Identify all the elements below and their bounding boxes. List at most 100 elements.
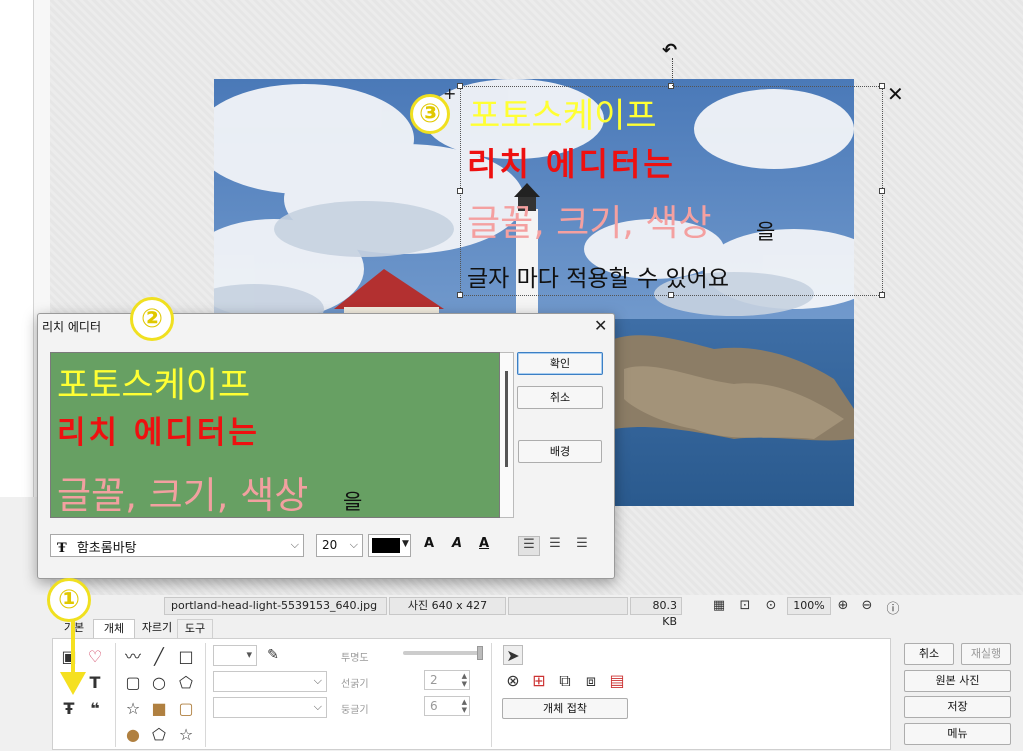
- color-select[interactable]: ▾: [213, 645, 257, 666]
- object-tool-panel: ▣ ♡ T Ŧ ❝ 〰 ╱ □ ▢ ○ ⬠ ☆ ■ ▢ ● ⬠ ☆ ▾ ✎ ⌵ …: [52, 638, 891, 750]
- filled-rect-icon[interactable]: ■: [149, 699, 169, 719]
- editor-line2: 리치 에디터는: [57, 415, 260, 451]
- line-style-select[interactable]: ⌵: [213, 671, 327, 692]
- round-value: 6: [430, 699, 438, 713]
- duplicate-object-icon[interactable]: ⊞: [529, 671, 549, 691]
- opacity-label: 투명도: [341, 653, 369, 664]
- align-left-icon[interactable]: ☰: [518, 536, 540, 556]
- step-badge-3: ③: [410, 94, 450, 134]
- filled-star-icon[interactable]: ☆: [176, 725, 196, 745]
- resize-handle[interactable]: [668, 83, 674, 89]
- dropdown-arrow-icon: ▼: [402, 539, 409, 549]
- rectangle-icon[interactable]: □: [176, 647, 196, 667]
- bold-button[interactable]: A: [424, 536, 434, 551]
- text-tool-icon[interactable]: T: [85, 673, 105, 693]
- sticker-icon[interactable]: ♡: [85, 647, 105, 667]
- opacity-slider[interactable]: [403, 651, 481, 655]
- filled-rounded-rect-icon[interactable]: ▢: [176, 699, 196, 719]
- merge-objects-button[interactable]: 개체 접착: [502, 698, 628, 719]
- resize-handle[interactable]: [457, 292, 463, 298]
- divider: [115, 643, 116, 747]
- dropdown-arrow-icon: ▾: [246, 648, 252, 661]
- bring-front-icon[interactable]: ⧉: [555, 671, 575, 691]
- underline-button[interactable]: A: [479, 536, 489, 551]
- speech-bubble-icon[interactable]: ❝: [85, 699, 105, 719]
- font-size-select[interactable]: 20 ⌵: [316, 534, 363, 557]
- resize-handle[interactable]: [879, 83, 885, 89]
- ok-button[interactable]: 확인: [517, 352, 603, 375]
- rotate-icon[interactable]: ↶: [662, 40, 677, 61]
- transparency-grid-icon[interactable]: ▦: [710, 598, 728, 615]
- tab-object[interactable]: 개체: [93, 619, 135, 639]
- actual-size-icon[interactable]: ⊙: [762, 598, 780, 615]
- editor-line3: 글꼴, 크기, 색상: [57, 474, 309, 517]
- chevron-down-icon: ⌵: [313, 700, 322, 713]
- info-icon[interactable]: ⓘ: [884, 598, 902, 617]
- rounded-rect-icon[interactable]: ▢: [123, 673, 143, 693]
- pentagon-icon[interactable]: ⬠: [176, 673, 196, 693]
- align-center-icon[interactable]: ☰: [544, 536, 566, 556]
- line-width-stepper[interactable]: 2 ▲ ▼: [424, 670, 470, 690]
- text-color-picker[interactable]: ▼: [368, 534, 411, 557]
- font-select[interactable]: Ŧ 함초롬바탕 ⌵: [50, 534, 304, 557]
- save-button[interactable]: 저장: [904, 696, 1011, 718]
- menu-button[interactable]: 메뉴: [904, 723, 1011, 745]
- left-panel: [0, 0, 34, 497]
- resize-handle[interactable]: [457, 188, 463, 194]
- italic-button[interactable]: A: [452, 536, 462, 551]
- step-badge-2: ②: [130, 297, 174, 341]
- round-label: 둥글기: [341, 705, 369, 716]
- line-icon[interactable]: ╱: [149, 647, 169, 667]
- round-stepper[interactable]: 6 ▲ ▼: [424, 696, 470, 716]
- delete-object-icon[interactable]: ⊗: [503, 671, 523, 691]
- opacity-slider-thumb[interactable]: [477, 646, 483, 660]
- ellipse-icon[interactable]: ○: [149, 673, 169, 693]
- spin-arrows-icon[interactable]: ▲ ▼: [462, 698, 467, 714]
- color-swatch: [372, 538, 400, 553]
- font-name: 함초롬바탕: [76, 541, 137, 556]
- dialog-close-button[interactable]: ✕: [594, 316, 607, 335]
- star-icon[interactable]: ☆: [123, 699, 143, 719]
- spin-arrows-icon[interactable]: ▲ ▼: [462, 672, 467, 688]
- status-filename: portland-head-light-5539153_640.jpg: [164, 597, 387, 615]
- line-width-value: 2: [430, 673, 438, 687]
- filled-pentagon-icon[interactable]: ⬠: [149, 725, 169, 745]
- filled-ellipse-icon[interactable]: ●: [123, 725, 143, 745]
- resize-handle[interactable]: [879, 188, 885, 194]
- delete-object-icon[interactable]: ✕: [887, 82, 904, 106]
- resize-handle[interactable]: [668, 292, 674, 298]
- line-width-label: 선굵기: [341, 679, 369, 690]
- font-size-value: 20: [322, 538, 338, 552]
- select-pointer-icon[interactable]: ➤: [503, 645, 523, 665]
- align-right-icon[interactable]: ☰: [571, 536, 593, 556]
- rich-editor-dialog: 리치 에디터 ✕ 포토스케이프 리치 에디터는 글꼴, 크기, 색상 을 확인 …: [37, 313, 615, 579]
- arrow-style-select[interactable]: ⌵: [213, 697, 327, 718]
- background-button[interactable]: 배경: [518, 440, 602, 463]
- scrollbar-thumb[interactable]: [505, 371, 508, 467]
- resize-handle[interactable]: [457, 83, 463, 89]
- divider: [205, 643, 206, 747]
- fit-to-window-icon[interactable]: ⊡: [736, 598, 754, 615]
- editor-scrollbar[interactable]: [500, 352, 514, 518]
- send-back-icon[interactable]: ⧈: [581, 671, 601, 691]
- redo-button[interactable]: 재실행: [961, 643, 1011, 665]
- original-photo-button[interactable]: 원본 사진: [904, 670, 1011, 692]
- rich-text-tool-icon[interactable]: Ŧ: [59, 699, 79, 719]
- text-object-selection[interactable]: [457, 83, 885, 298]
- chevron-down-icon: ⌵: [290, 538, 299, 551]
- cancel-button[interactable]: 취소: [904, 643, 954, 665]
- chevron-down-icon: ⌵: [313, 674, 322, 687]
- font-icon: Ŧ: [57, 541, 67, 556]
- tab-crop[interactable]: 자르기: [137, 619, 177, 639]
- cancel-button[interactable]: 취소: [517, 386, 603, 409]
- editor-line3-suffix: 을: [343, 490, 363, 514]
- object-list-icon[interactable]: ▤: [607, 671, 627, 691]
- chevron-down-icon: ⌵: [349, 538, 358, 551]
- zoom-in-icon[interactable]: ⊕: [834, 598, 852, 615]
- freehand-icon[interactable]: 〰: [123, 647, 143, 667]
- tab-tools[interactable]: 도구: [177, 619, 213, 639]
- eyedropper-icon[interactable]: ✎: [263, 645, 283, 665]
- rich-text-editor[interactable]: 포토스케이프 리치 에디터는 글꼴, 크기, 색상 을: [50, 352, 500, 518]
- resize-handle[interactable]: [879, 292, 885, 298]
- zoom-out-icon[interactable]: ⊖: [858, 598, 876, 615]
